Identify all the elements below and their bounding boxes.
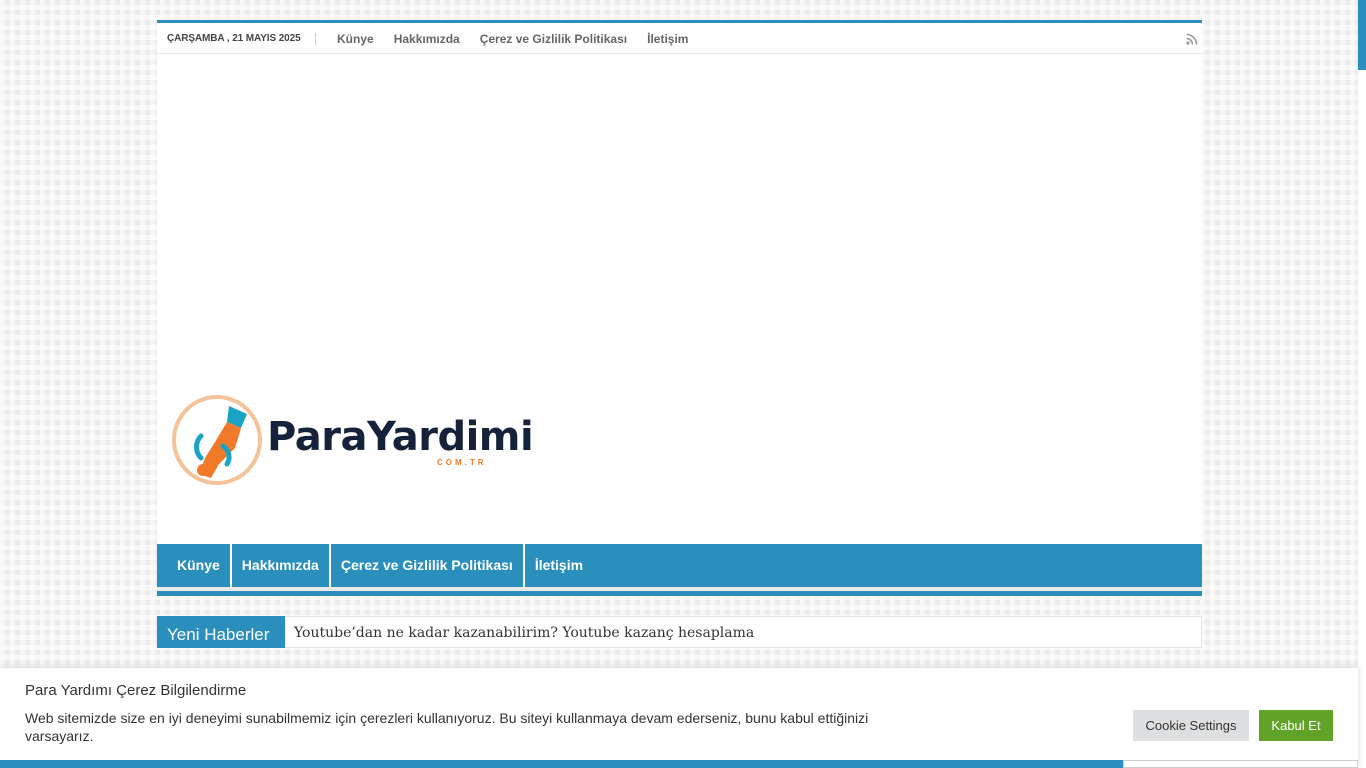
cookie-message: Web sitemizde size en iyi deneyimi sunab… <box>25 710 869 744</box>
bottom-accent-strip <box>0 760 1123 768</box>
top-navigation: Künye Hakkımızda Çerez ve Gizlilik Polit… <box>327 31 698 47</box>
logo-domain: COM.TR <box>437 458 487 467</box>
current-date: ÇARŞAMBA , 21 MAYIS 2025 <box>167 33 301 44</box>
nav-item-iletisim[interactable]: İletişim <box>525 544 593 587</box>
scrollbar-thumb[interactable] <box>1358 0 1366 70</box>
top-bar: ÇARŞAMBA , 21 MAYIS 2025 Künye Hakkımızd… <box>157 20 1202 54</box>
scrollbar[interactable] <box>1358 0 1366 768</box>
accent-bar <box>157 591 1202 596</box>
top-link-hakkimizda[interactable]: Hakkımızda <box>384 31 470 47</box>
news-ticker: Yeni Haberler Youtube’dan ne kadar kazan… <box>157 616 1202 648</box>
rss-icon[interactable] <box>1186 33 1198 45</box>
cookie-banner: Para Yardımı Çerez Bilgilendirme Web sit… <box>0 668 1358 768</box>
top-link-kunye[interactable]: Künye <box>327 31 384 47</box>
ticker-label: Yeni Haberler <box>157 616 285 648</box>
accept-cookies-button[interactable]: Kabul Et <box>1259 710 1333 741</box>
site-header: ParaYardimi COM.TR <box>157 54 1202 544</box>
top-link-iletisim[interactable]: İletişim <box>637 31 698 47</box>
site-logo[interactable]: ParaYardimi COM.TR <box>171 394 534 486</box>
nav-item-hakkimizda[interactable]: Hakkımızda <box>232 544 331 587</box>
top-link-cerez[interactable]: Çerez ve Gizlilik Politikası <box>470 31 637 47</box>
divider <box>315 33 316 45</box>
cookie-title: Para Yardımı Çerez Bilgilendirme <box>25 682 247 699</box>
bottom-widget <box>1123 760 1358 768</box>
nav-item-cerez[interactable]: Çerez ve Gizlilik Politikası <box>331 544 525 587</box>
ticker-headline[interactable]: Youtube’dan ne kadar kazanabilirim? Yout… <box>294 625 754 641</box>
logo-wordmark: ParaYardimi <box>267 414 534 460</box>
page-wrapper: ÇARŞAMBA , 21 MAYIS 2025 Künye Hakkımızd… <box>157 20 1202 648</box>
nav-item-kunye[interactable]: Künye <box>167 544 232 587</box>
main-navigation: Künye Hakkımızda Çerez ve Gizlilik Polit… <box>157 544 1202 591</box>
hands-logo-icon <box>172 395 262 485</box>
cookie-settings-button[interactable]: Cookie Settings <box>1133 710 1249 741</box>
